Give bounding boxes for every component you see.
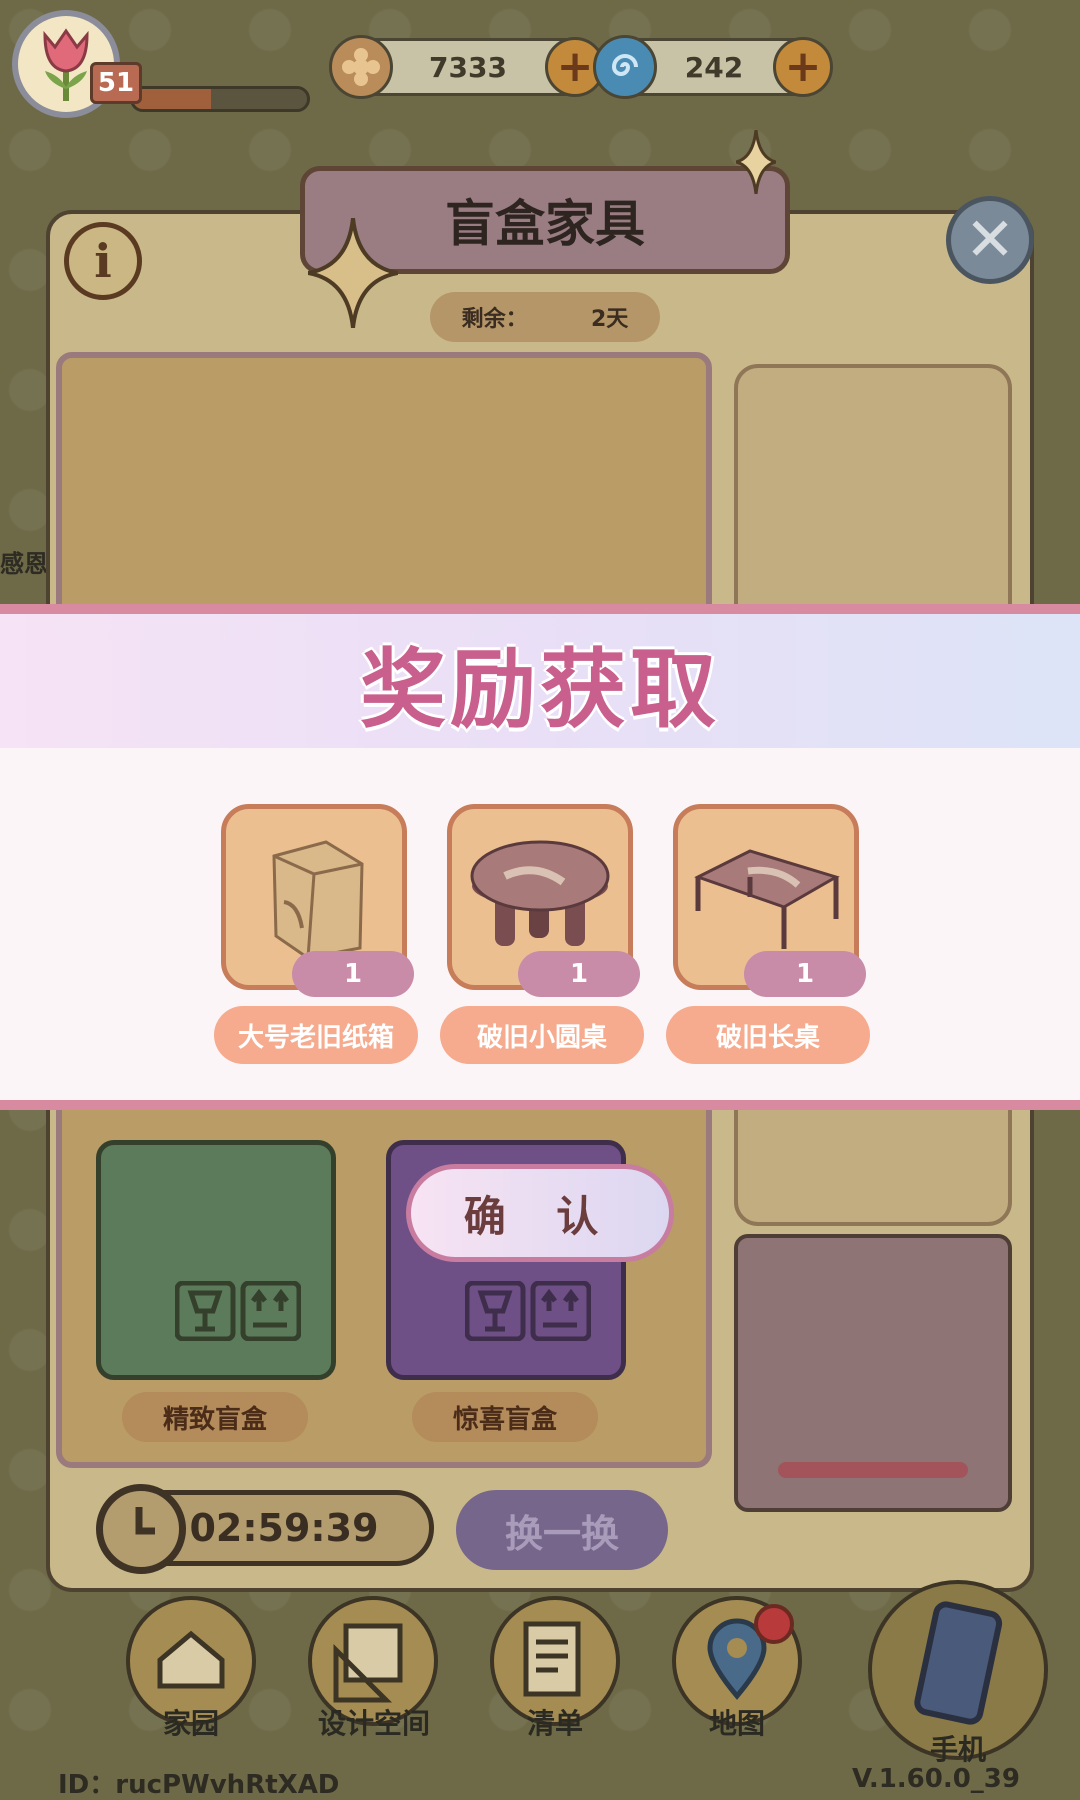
coin-value: 7333 — [429, 50, 507, 84]
sparkle-icon — [308, 218, 398, 328]
reward-item-card[interactable]: 1 — [447, 804, 640, 997]
side-panel-card — [734, 1234, 1012, 1512]
round-table-icon — [470, 840, 610, 946]
reward-item-count: 1 — [744, 951, 866, 997]
reward-popup: 奖励获取 1 大号老旧纸箱 1 破旧小圆桌 1 破旧长桌 — [0, 604, 1080, 1110]
reward-item-name: 破旧长桌 — [666, 1006, 870, 1064]
fragile-icon — [175, 1281, 301, 1341]
confirm-button[interactable]: 确 认 — [406, 1164, 674, 1262]
box-label-surprise: 惊喜盲盒 — [412, 1392, 598, 1442]
level-badge: 51 — [90, 62, 142, 104]
cardboard-box-icon — [272, 840, 364, 960]
coin-counter: 7333 + — [329, 35, 605, 99]
reward-item-card[interactable]: 1 — [221, 804, 414, 997]
nav-map-label: 地图 — [708, 1707, 765, 1740]
reward-item-card[interactable]: 1 — [673, 804, 866, 997]
swap-button[interactable]: 换一换 — [456, 1490, 668, 1570]
reward-item[interactable]: 1 大号老旧纸箱 — [214, 804, 418, 1064]
reward-item-count: 1 — [292, 951, 414, 997]
clock-icon — [96, 1484, 186, 1574]
remaining-value: 2天 — [591, 307, 629, 332]
box-label-exquisite: 精致盲盒 — [122, 1392, 308, 1442]
gem-value: 242 — [684, 50, 744, 84]
fragile-icon — [465, 1281, 591, 1341]
remaining-days: 剩余： 2天 — [430, 292, 660, 342]
info-button[interactable]: i — [64, 222, 142, 300]
map-notification-dot — [754, 1604, 794, 1644]
reward-item-name: 大号老旧纸箱 — [214, 1006, 418, 1064]
nav-design-label: 设计空间 — [317, 1707, 430, 1740]
long-table-icon — [694, 849, 840, 949]
reward-item[interactable]: 1 破旧小圆桌 — [440, 804, 644, 1064]
reward-item[interactable]: 1 破旧长桌 — [666, 804, 870, 1064]
side-panel-bar — [778, 1462, 968, 1478]
reward-title: 奖励获取 — [0, 614, 1080, 748]
spiral-gem-icon — [593, 35, 657, 99]
nav-home-label: 家园 — [162, 1707, 219, 1740]
side-event-label[interactable]: 感恩 — [0, 544, 48, 579]
close-button[interactable]: ✕ — [946, 196, 1034, 284]
reward-item-count: 1 — [518, 951, 640, 997]
player-id: ID：rucPWvhRtXAD — [58, 1770, 340, 1800]
exquisite-blind-box[interactable] — [96, 1140, 336, 1380]
add-gems-button[interactable]: + — [773, 37, 833, 97]
reward-item-name: 破旧小圆桌 — [440, 1006, 644, 1064]
nav-phone-label: 手机 — [929, 1733, 986, 1766]
xp-fill — [133, 89, 212, 109]
nav-list-label: 清单 — [526, 1707, 583, 1740]
app-version: V.1.60.0_39 — [852, 1764, 1020, 1794]
gem-counter: 242 + — [593, 35, 833, 99]
sparkle-icon — [736, 130, 776, 194]
remaining-label: 剩余： — [461, 307, 528, 332]
flower-coin-icon — [329, 35, 393, 99]
xp-bar — [130, 86, 310, 112]
